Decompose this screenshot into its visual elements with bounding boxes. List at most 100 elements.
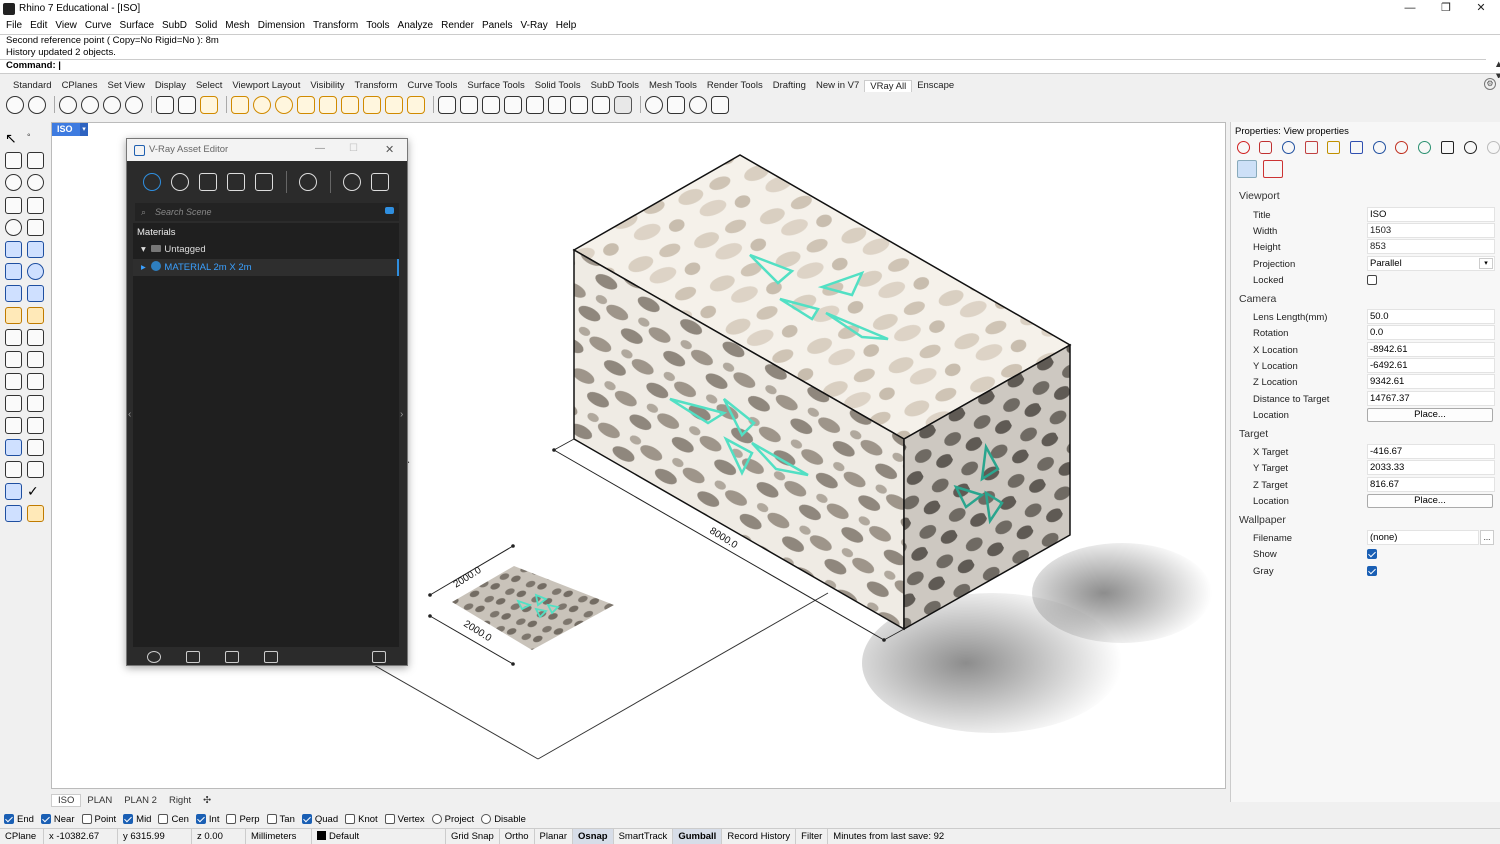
osnap-checkbox[interactable] [345,814,356,824]
decal-icon[interactable] [570,95,588,114]
command-scroll-icon[interactable]: ▲ ▼ [1488,59,1500,82]
tab-surface-tools[interactable]: Surface Tools [462,80,529,91]
group-icon[interactable] [5,417,22,434]
save-icon[interactable] [225,651,239,663]
material-tab-icon[interactable] [1259,141,1272,154]
curve-icon[interactable] [27,152,44,169]
fur-icon[interactable] [504,95,522,114]
tab-vray-all[interactable]: VRay All [864,79,913,92]
lights-tab-icon[interactable] [171,173,189,191]
subd-tools-icon[interactable] [27,307,44,324]
sun-light-icon[interactable] [385,95,403,114]
distance-field[interactable]: 14767.37 [1367,391,1495,406]
texture-tab-icon[interactable] [1350,141,1363,154]
viewport-tab-plan2[interactable]: PLAN 2 [118,795,163,806]
fillet-curve-icon[interactable] [27,219,44,236]
folder-tab-icon[interactable] [1327,141,1340,154]
collapse-right-icon[interactable]: › [400,409,403,420]
menu-vray[interactable]: V-Ray [517,20,552,31]
view-display-icon[interactable] [1263,160,1283,178]
render-elements-tab-icon[interactable] [255,173,273,191]
cplane-label[interactable]: CPlane [0,828,44,844]
osnap-checkbox[interactable] [123,814,134,824]
block-icon[interactable] [5,439,22,456]
osnap-checkbox[interactable] [384,814,395,824]
dome-light-icon[interactable] [275,95,293,114]
menu-mesh[interactable]: Mesh [221,20,253,31]
view-camera-icon[interactable] [1237,160,1257,178]
projection-select[interactable]: Parallel [1367,256,1495,271]
height-field[interactable]: 853 [1367,239,1495,254]
osnap-toggle[interactable]: Osnap [573,828,614,844]
close-icon[interactable]: ✕ [1463,0,1499,17]
material-icon[interactable] [5,505,22,522]
menu-panels[interactable]: Panels [478,20,517,31]
surface-sweep-icon[interactable] [27,241,44,258]
materials-tab-icon[interactable] [143,173,161,191]
vray-interactive-render-icon[interactable] [28,95,46,114]
osnap-cen[interactable]: Cen [158,814,189,825]
select-arrow-icon[interactable]: ↖ [5,130,22,147]
geometry-tab-icon[interactable] [199,173,217,191]
fillet-edge-icon[interactable] [5,329,22,346]
x-location-field[interactable]: -8942.61 [1367,342,1495,357]
locked-checkbox[interactable] [1367,275,1377,285]
bug-tab-icon[interactable] [1395,141,1408,154]
osnap-mid[interactable]: Mid [123,814,151,825]
tab-enscape[interactable]: Enscape [912,80,959,91]
menu-edit[interactable]: Edit [26,20,51,31]
more-tab-icon[interactable] [1487,141,1500,154]
tab-visibility[interactable]: Visibility [305,80,349,91]
osnap-knot[interactable]: Knot [345,814,378,825]
camera-place-button[interactable]: Place... [1367,408,1493,422]
units-label[interactable]: Millimeters [246,828,312,844]
osnap-end[interactable]: End [4,814,34,825]
osnap-vertex[interactable]: Vertex [384,814,425,825]
render-region-icon[interactable] [178,95,196,114]
tab-curve-tools[interactable]: Curve Tools [402,80,462,91]
omni-light-icon[interactable] [231,95,249,114]
tab-display[interactable]: Display [150,80,191,91]
osnap-tan[interactable]: Tan [266,814,295,825]
check-icon[interactable]: ✓ [27,483,44,500]
width-field[interactable]: 1503 [1367,223,1495,238]
record-history-toggle[interactable]: Record History [722,828,797,844]
target-place-button[interactable]: Place... [1367,494,1493,508]
render-tab-icon[interactable] [1282,141,1295,154]
chaos-cosmos-icon[interactable] [645,95,663,114]
maximize-icon[interactable]: ☐ [349,143,358,154]
dimension-icon[interactable] [27,417,44,434]
material-item[interactable]: ▸ MATERIAL 2m X 2m [133,259,399,276]
point-icon[interactable]: ◦ [27,130,44,147]
vray-lights-icon[interactable] [103,95,121,114]
analyze-icon[interactable] [27,461,44,478]
filename-field[interactable]: (none) [1367,530,1479,545]
rotation-field[interactable]: 0.0 [1367,325,1495,340]
restore-icon[interactable]: ❐ [1428,0,1464,17]
smarttrack-toggle[interactable]: SmartTrack [614,828,674,844]
menu-subd[interactable]: SubD [158,20,191,31]
menu-curve[interactable]: Curve [81,20,116,31]
vray-lock-icon[interactable] [711,95,729,114]
tab-cplanes[interactable]: CPlanes [57,80,103,91]
vray-help-icon[interactable] [689,95,707,114]
split-icon[interactable] [27,373,44,390]
polygon-icon[interactable] [5,197,22,214]
subd-icon[interactable] [5,307,22,324]
osnap-near[interactable]: Near [40,814,75,825]
material-presets-icon[interactable] [667,95,685,114]
light-tab-icon[interactable] [1373,141,1386,154]
menu-file[interactable]: File [2,20,26,31]
osnap-project[interactable]: Project [431,814,474,825]
menu-tools[interactable]: Tools [362,20,393,31]
vray-render-icon[interactable] [6,95,24,114]
minimize-icon[interactable]: — [1392,0,1428,17]
add-material-icon[interactable] [147,651,161,663]
grid-icon[interactable] [27,439,44,456]
sphere-light-icon[interactable] [253,95,271,114]
textures-tab-icon[interactable] [227,173,245,191]
color-wheel-icon[interactable] [1237,141,1250,154]
osnap-checkbox[interactable] [158,814,169,824]
frame-buffer-icon[interactable] [371,173,389,191]
osnap-perp[interactable]: Perp [226,814,260,825]
